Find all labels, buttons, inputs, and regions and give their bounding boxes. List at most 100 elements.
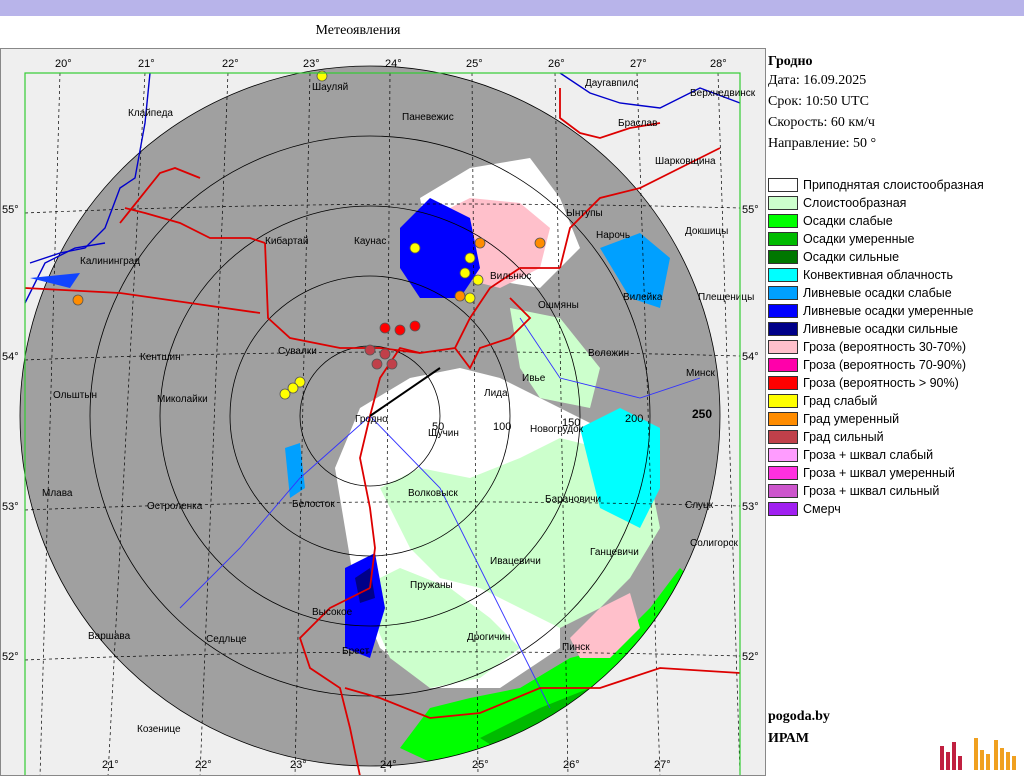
lon-label: 26°: [548, 58, 565, 70]
lon-label: 22°: [195, 759, 212, 771]
city-label: Козенице: [137, 724, 181, 735]
city-label: Белосток: [292, 499, 335, 510]
city-label: Нарочь: [596, 230, 630, 241]
lon-label: 27°: [630, 58, 647, 70]
lon-label: 26°: [563, 759, 580, 771]
legend-swatch: [768, 376, 798, 390]
legend-swatch: [768, 340, 798, 354]
legend-label: Град сильный: [803, 430, 884, 444]
city-label: Воложин: [588, 348, 629, 359]
city-label: Млава: [42, 488, 73, 499]
lat-label: 54°: [742, 351, 759, 363]
legend-label: Осадки сильные: [803, 250, 900, 264]
city-label: Верхнедвинск: [690, 88, 756, 99]
brand-site: pogoda.by: [768, 709, 830, 724]
city-label: Докшицы: [685, 226, 728, 237]
lat-label: 53°: [742, 501, 759, 513]
city-label: Волковыск: [408, 488, 458, 499]
legend-item: Гроза + шквал слабый: [768, 446, 984, 464]
lat-label: 54°: [2, 351, 19, 363]
legend-swatch: [768, 214, 798, 228]
legend-swatch: [768, 448, 798, 462]
range-label-200: 200: [625, 413, 643, 425]
legend-label: Ливневые осадки умеренные: [803, 304, 974, 318]
legend-label: Гроза (вероятность 30-70%): [803, 340, 967, 354]
radar-map[interactable]: 50 100 150 200 250 20° 21° 22° 23° 24° 2…: [0, 48, 766, 776]
legend-label: Осадки умеренные: [803, 232, 915, 246]
station-info-panel: Гродно Дата: 16.09.2025 Срок: 10:50 UTC …: [768, 50, 1024, 154]
legend-label: Конвективная облачность: [803, 268, 954, 282]
legend-item: Осадки умеренные: [768, 230, 984, 248]
city-label: Ивье: [522, 373, 546, 384]
city-label: Клайпеда: [128, 108, 173, 119]
legend-item: Приподнятая слоистообразная: [768, 176, 984, 194]
legend-swatch: [768, 232, 798, 246]
map-title: Метеоявления: [315, 23, 401, 38]
city-label: Ошмяны: [538, 300, 579, 311]
city-label: Пинск: [562, 642, 590, 653]
station-direction: Направление: 50 °: [768, 136, 877, 151]
station-time: Срок: 10:50 UTC: [768, 94, 869, 109]
legend-item: Гроза (вероятность > 90%): [768, 374, 984, 392]
city-label: Вилейка: [623, 292, 663, 303]
legend-swatch: [768, 358, 798, 372]
station-speed: Скорость: 60 км/ч: [768, 115, 875, 130]
legend-item: Осадки слабые: [768, 212, 984, 230]
legend-swatch: [768, 466, 798, 480]
city-label: Сувалки: [278, 346, 317, 357]
lon-label: 20°: [55, 58, 72, 70]
city-label: Высокое: [312, 607, 353, 618]
lon-label: 23°: [290, 759, 307, 771]
legend-label: Ливневые осадки слабые: [803, 286, 952, 300]
legend-swatch: [768, 286, 798, 300]
legend-item: Ливневые осадки сильные: [768, 320, 984, 338]
city-label: Ынтупы: [566, 208, 603, 219]
city-label: Шауляй: [312, 82, 348, 93]
city-label: Щучин: [428, 428, 459, 439]
lon-label: 21°: [138, 58, 155, 70]
brand-org: ИРАМ: [768, 731, 809, 746]
city-label: Брест: [342, 646, 370, 657]
city-label: Дрогичин: [467, 632, 510, 643]
legend-item: Ливневые осадки умеренные: [768, 302, 984, 320]
legend-item: Слоистообразная: [768, 194, 984, 212]
city-label: Миколайки: [157, 394, 208, 405]
city-label: Плещеницы: [698, 292, 754, 303]
city-label: Кентшин: [140, 352, 181, 363]
logo-icon: [940, 738, 1016, 770]
city-label: Ольштын: [53, 390, 97, 401]
legend-swatch: [768, 196, 798, 210]
lat-label: 53°: [2, 501, 19, 513]
city-label: Шарковщина: [655, 156, 716, 167]
city-label: Пружаны: [410, 580, 453, 591]
legend-item: Гроза + шквал умеренный: [768, 464, 984, 482]
city-label: Паневежис: [402, 112, 454, 123]
city-label: Гродно: [355, 414, 388, 425]
city-label: Варшава: [88, 631, 131, 642]
city-label: Слуцк: [685, 500, 714, 511]
city-label: Минск: [686, 368, 715, 379]
station-date: Дата: 16.09.2025: [768, 73, 867, 88]
lon-label: 21°: [102, 759, 119, 771]
legend-label: Ливневые осадки сильные: [803, 322, 958, 336]
lon-label: 25°: [466, 58, 483, 70]
lon-label: 23°: [303, 58, 320, 70]
legend-item: Гроза (вероятность 70-90%): [768, 356, 984, 374]
top-bar: [0, 0, 1024, 16]
city-label: Ганцевичи: [590, 547, 639, 558]
lat-label: 55°: [2, 204, 19, 216]
city-label: Браслав: [618, 118, 657, 129]
legend-label: Гроза + шквал слабый: [803, 448, 934, 462]
legend-label: Осадки слабые: [803, 214, 893, 228]
legend-label: Смерч: [803, 502, 841, 516]
legend-swatch: [768, 178, 798, 192]
city-label: Даугавпилс: [585, 78, 638, 89]
lat-label: 52°: [742, 651, 759, 663]
lon-label: 24°: [385, 58, 402, 70]
legend-label: Гроза + шквал сильный: [803, 484, 940, 498]
city-label: Солигорск: [690, 538, 739, 549]
range-label-250: 250: [692, 407, 712, 421]
city-label: Вильнюс: [490, 271, 531, 282]
legend-label: Град умеренный: [803, 412, 900, 426]
legend: Приподнятая слоистообразная Слоистообразн…: [768, 176, 984, 518]
